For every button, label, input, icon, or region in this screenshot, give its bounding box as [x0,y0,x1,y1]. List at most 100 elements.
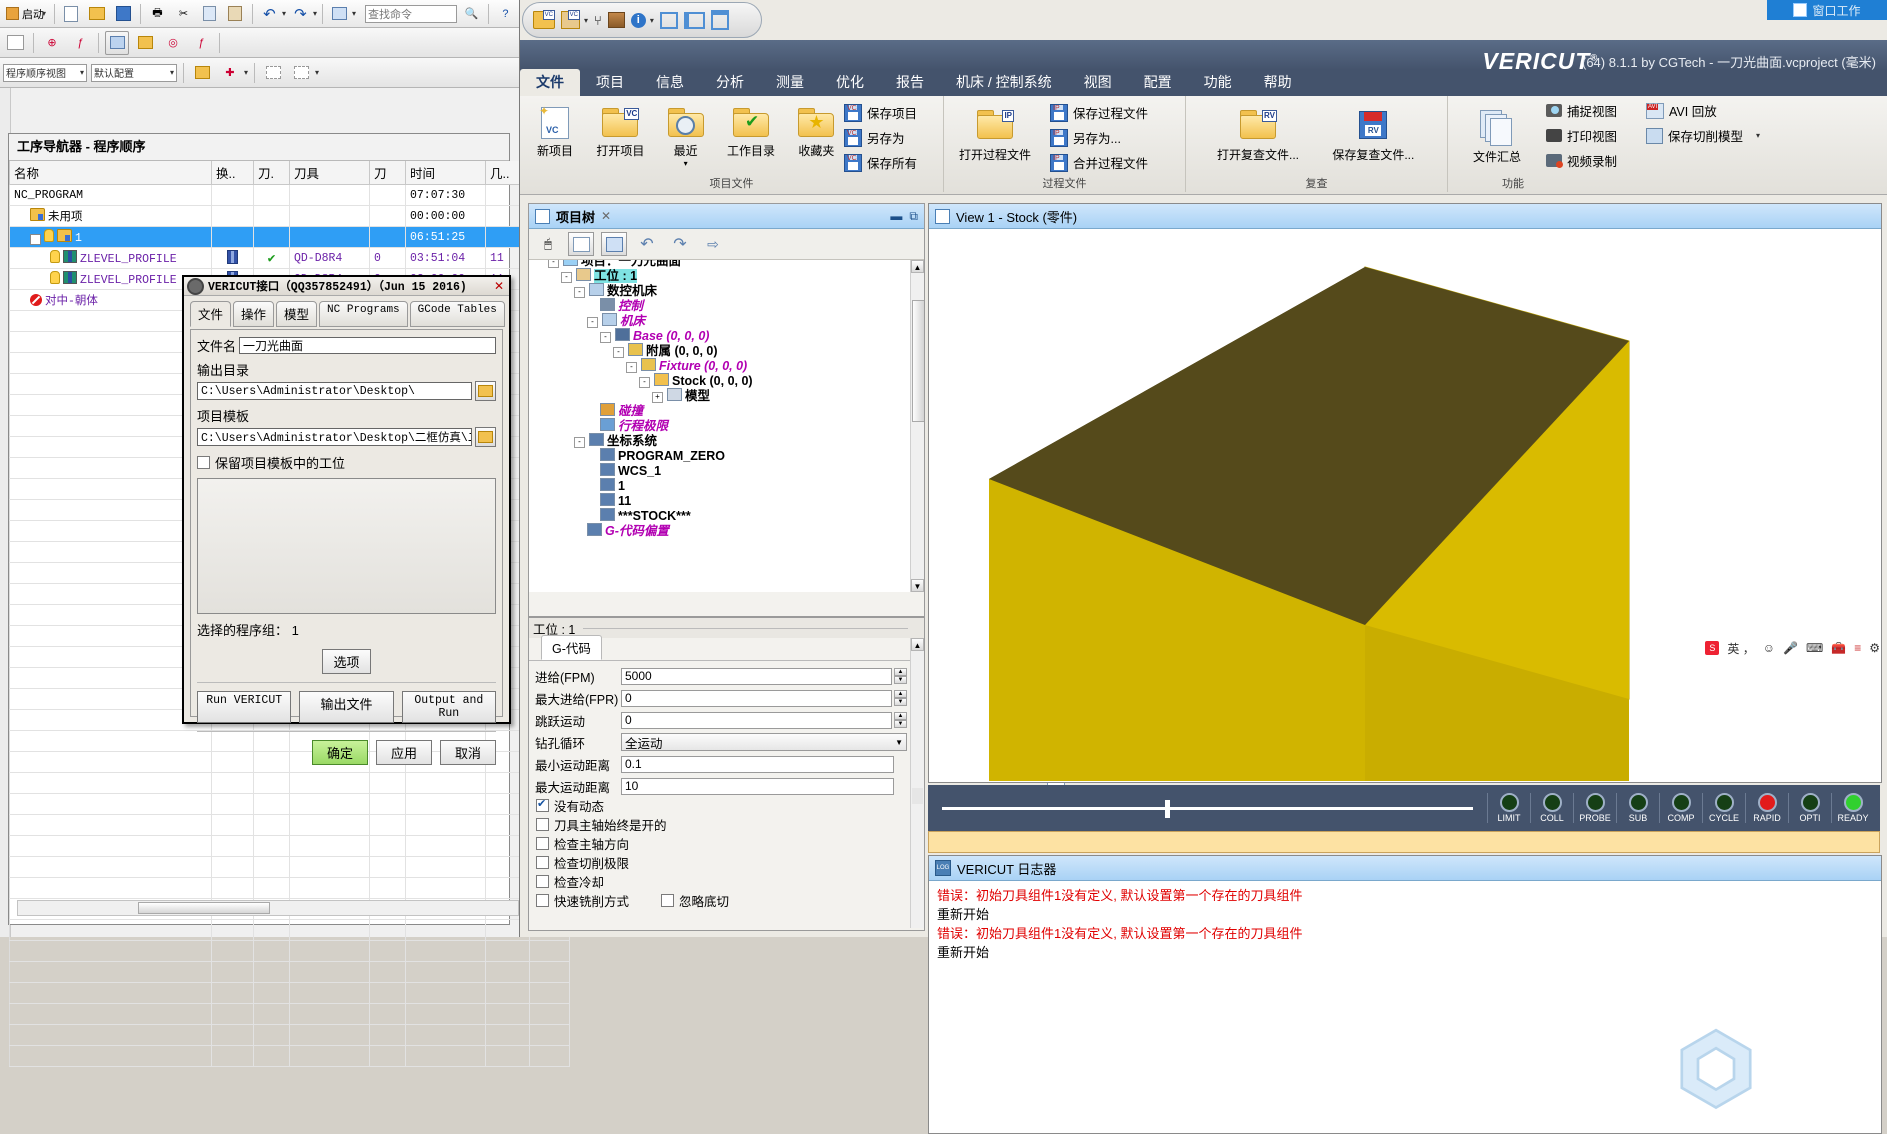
simulation-speed-slider[interactable] [942,798,1473,818]
settings-icon[interactable]: ⚙ [1869,641,1880,655]
view-tab[interactable]: View 1 - Stock (零件) [929,204,1881,229]
search-icon[interactable]: 🔍 [460,2,483,26]
cut-icon[interactable]: ✂ [172,2,195,26]
open-file-icon[interactable] [86,2,109,26]
tree-node[interactable]: PROGRAM_ZERO [529,448,924,463]
close-icon[interactable]: ✕ [494,279,506,293]
menu-配置[interactable]: 配置 [1128,69,1188,96]
machine-view-icon[interactable] [607,12,625,28]
tree-node[interactable]: - 工位 : 1 [529,268,924,283]
column-header-change[interactable]: 换.. [211,161,254,185]
ribbon-save-all-button[interactable]: VC 保存所有 [842,150,942,175]
tree-node[interactable]: 11 [529,493,924,508]
mill-op-icon[interactable] [105,30,129,55]
scrollbar-thumb[interactable] [912,788,923,804]
lamp-probe[interactable]: PROBE [1573,793,1616,823]
ribbon-merge-ip-button[interactable]: IP 合并过程文件 [1048,150,1184,175]
chevron-down-icon[interactable]: ▾ [352,9,356,18]
spinner-up-icon[interactable]: ▲ [894,690,907,698]
collapse-toggle[interactable]: - [30,234,41,245]
ribbon-favorites-button[interactable]: ★ 收藏夹 [785,98,847,159]
spinner-down-icon[interactable]: ▼ [894,698,907,706]
layout-two-icon[interactable] [683,11,705,29]
mouse-icon[interactable]: 🖱 [535,232,561,256]
redo-icon[interactable]: ↷ [667,232,693,256]
ribbon-save-rv-button[interactable]: RV 保存复查文件... [1317,102,1429,163]
generate-icon[interactable]: ƒ [189,31,213,55]
config-checkbox-检查切削极限[interactable]: 检查切削极限 [533,853,910,872]
ribbon-save-as-ip-button[interactable]: IP 另存为... [1048,125,1184,150]
menu-icon[interactable]: ≡ [1854,641,1861,655]
table-row[interactable]: -1 06:51:25 [9,226,570,248]
tree-node[interactable]: - Fixture (0, 0, 0) [529,358,924,373]
menu-优化[interactable]: 优化 [820,69,880,96]
field-input[interactable]: 0 [621,711,892,729]
ribbon-open-rv-button[interactable]: RV 打开复查文件... [1202,102,1314,163]
ribbon-new-project-button[interactable]: VC ✦ 新项目 [524,98,586,159]
output-file-button[interactable]: 输出文件 [299,691,394,723]
sketch-icon[interactable]: ⊕ [40,31,64,55]
menu-视图[interactable]: 视图 [1068,69,1128,96]
layout-stacked-icon[interactable] [710,10,729,30]
chevron-down-icon[interactable]: ▾ [655,159,717,168]
tree-node[interactable]: - Stock (0, 0, 0) [529,373,924,388]
log-tab[interactable]: LOG VERICUT 日志器 [929,856,1881,881]
project-tree-tab[interactable]: 项目树 ✕ ▬ ⧉ [529,204,924,229]
ribbon-open-ip-button[interactable]: IP 打开过程文件 [952,102,1038,163]
checkbox[interactable] [536,856,549,869]
tree-node[interactable]: 行程极限 [529,418,924,433]
scroll-down-icon[interactable]: ▼ [911,579,924,592]
tab-gcode[interactable]: G-代码 [541,635,602,660]
tree-expander[interactable]: - [574,287,585,298]
ok-button[interactable]: 确定 [312,740,368,765]
dialog-tab-NC Programs[interactable]: NC Programs [319,301,408,327]
navigator-type-select[interactable]: 程序顺序视图 ▾ [3,63,87,82]
ribbon-file-summary-button[interactable]: 文件汇总 [1458,104,1536,165]
info-icon[interactable]: i [630,12,646,28]
tree-expander[interactable]: - [574,437,585,448]
smiley-icon[interactable]: ☺ [1763,641,1775,655]
lamp-coll[interactable]: COLL [1530,793,1573,823]
curve-icon[interactable]: ƒ [68,31,92,55]
tree-node[interactable]: + 模型 [529,388,924,403]
create-operation-icon[interactable] [133,31,157,55]
chevron-down-icon[interactable]: ▾ [315,68,319,77]
redo-icon[interactable]: ↷ [289,2,312,26]
menu-机床 / 控制系统[interactable]: 机床 / 控制系统 [940,69,1068,96]
tree-expander[interactable]: + [652,392,663,403]
ribbon-work-dir-button[interactable]: ✔ 工作目录 [720,98,782,159]
lamp-rapid[interactable]: RAPID [1745,793,1788,823]
lamp-limit[interactable]: LIMIT [1487,793,1530,823]
ribbon-record-video-button[interactable]: 视频录制 [1544,148,1640,173]
keep-setup-row[interactable]: 保留项目模板中的工位 [197,453,496,472]
ribbon-save-as-button[interactable]: VC 另存为 [842,125,942,150]
slider-knob[interactable] [1165,800,1171,818]
menu-文件[interactable]: 文件 [520,69,580,96]
tree-node[interactable]: - 坐标系统 [529,433,924,448]
tree-node[interactable]: - 数控机床 [529,283,924,298]
menu-报告[interactable]: 报告 [880,69,940,96]
tree-node[interactable]: - 机床 [529,313,924,328]
filename-input[interactable]: 一刀光曲面 [239,337,496,354]
field-spinner[interactable]: ▲ ▼ [894,690,907,706]
add-component-icon[interactable] [601,232,627,256]
cancel-button[interactable]: 取消 [440,740,496,765]
create-program-icon[interactable] [190,61,214,85]
method-select[interactable]: 默认配置 ▾ [91,63,177,82]
open-project-icon[interactable]: VC [533,10,555,29]
spinner-up-icon[interactable]: ▲ [894,668,907,676]
program-group-list[interactable] [197,478,496,614]
dialog-tab-文件[interactable]: 文件 [190,301,232,327]
export-icon[interactable]: ⇨ [700,232,726,256]
chevron-down-icon[interactable]: ▾ [650,16,654,25]
geometry-icon[interactable] [3,31,27,55]
close-icon[interactable]: ✕ [601,209,611,223]
table-row[interactable]: ZLEVEL_PROFILE✔QD-D8R4003:51:04111MET [9,247,570,269]
layout-single-icon[interactable] [659,11,678,29]
ime-language-label[interactable]: 英 ， [1727,640,1754,657]
print-icon[interactable]: 🖶 [146,2,169,26]
menu-项目[interactable]: 项目 [580,69,640,96]
dialog-tab-GCode Tables[interactable]: GCode Tables [409,301,505,327]
checkbox[interactable] [536,818,549,831]
tree-expander[interactable]: - [587,317,598,328]
